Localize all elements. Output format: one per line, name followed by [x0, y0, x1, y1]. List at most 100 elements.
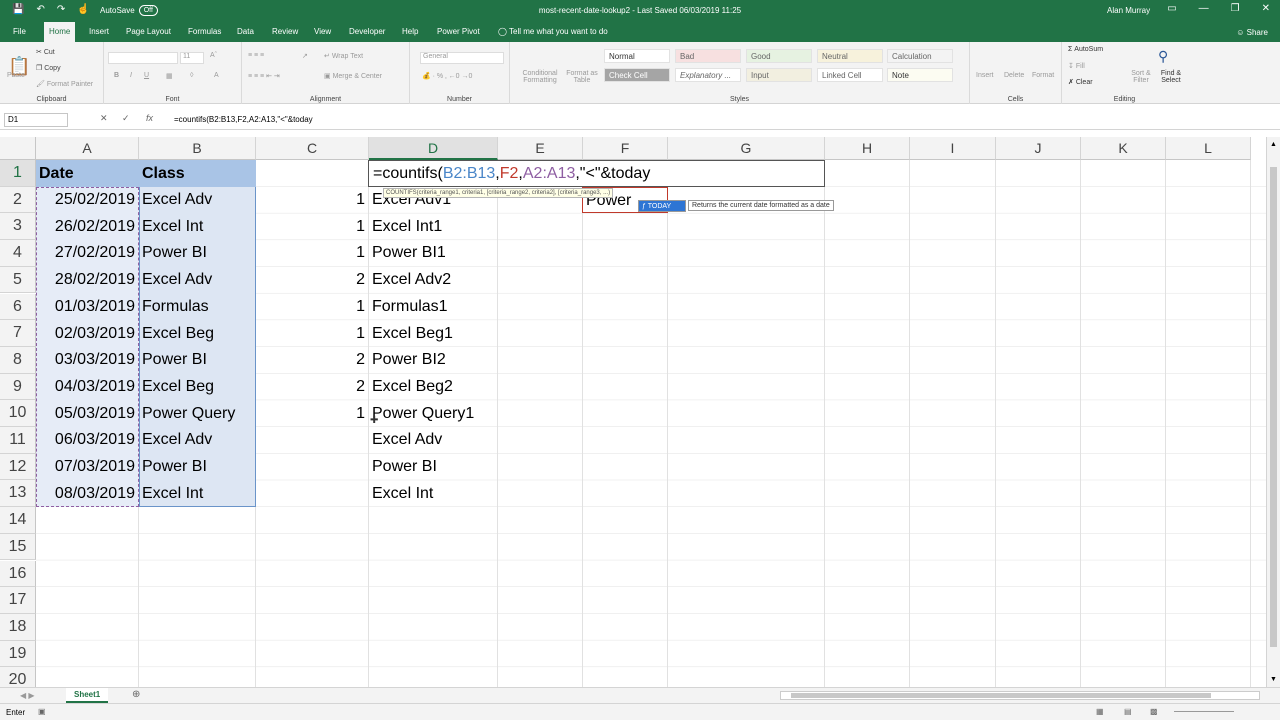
- enter-icon[interactable]: ✓: [122, 113, 130, 124]
- font-name-select[interactable]: [108, 52, 178, 64]
- format-painter-button[interactable]: 🖌 Format Painter: [36, 80, 93, 88]
- row-header-10[interactable]: 10: [0, 400, 36, 427]
- style-good[interactable]: Good: [746, 49, 812, 63]
- cell-date[interactable]: 08/03/2019: [40, 481, 135, 507]
- cell-key[interactable]: Power Query1: [372, 401, 474, 427]
- scroll-thumb[interactable]: [1270, 167, 1277, 647]
- cell-count[interactable]: 1: [259, 401, 365, 427]
- cell-key[interactable]: Excel Int: [372, 481, 433, 507]
- header-date[interactable]: Date: [39, 161, 74, 187]
- formula-input[interactable]: =countifs(B2:B13,F2,A2:A13,"<"&today: [174, 115, 313, 124]
- row-header-17[interactable]: 17: [0, 587, 36, 614]
- view-normal-icon[interactable]: ▦: [1096, 707, 1104, 716]
- cell-key[interactable]: Formulas1: [372, 294, 448, 320]
- clear-button[interactable]: ✗ Clear: [1068, 78, 1093, 86]
- view-page-break-icon[interactable]: ▩: [1150, 707, 1158, 716]
- cell-class[interactable]: Power BI: [142, 347, 207, 373]
- tab-power-pivot[interactable]: Power Pivot: [432, 22, 485, 42]
- ribbon-display-icon[interactable]: ▭: [1167, 3, 1176, 14]
- column-header-h[interactable]: H: [825, 137, 910, 160]
- tell-me-search[interactable]: ◯ Tell me what you want to do: [493, 22, 613, 42]
- row-header-14[interactable]: 14: [0, 507, 36, 534]
- style-note[interactable]: Note: [887, 68, 953, 82]
- row-header-19[interactable]: 19: [0, 640, 36, 668]
- cell-class[interactable]: Excel Int: [142, 481, 203, 507]
- cell-class[interactable]: Excel Adv: [142, 187, 212, 213]
- tab-insert[interactable]: Insert: [84, 22, 114, 42]
- underline-icon[interactable]: U: [144, 72, 149, 79]
- cell-class[interactable]: Excel Beg: [142, 374, 214, 400]
- sheet-nav-icon[interactable]: ◀ ▶: [20, 691, 35, 700]
- cell-date[interactable]: 27/02/2019: [40, 240, 135, 266]
- italic-icon[interactable]: I: [130, 72, 132, 79]
- macro-record-icon[interactable]: ▣: [38, 707, 46, 716]
- cell-count[interactable]: 2: [259, 374, 365, 400]
- grow-font-icon[interactable]: Aˆ: [210, 52, 217, 59]
- column-header-d[interactable]: D: [369, 137, 498, 160]
- tab-help[interactable]: Help: [397, 22, 423, 42]
- sheet-tab-sheet1[interactable]: Sheet1: [66, 688, 109, 703]
- style-explanatory[interactable]: Explanatory ...: [675, 68, 741, 82]
- autosum-button[interactable]: Σ AutoSum: [1068, 46, 1103, 53]
- cell-class[interactable]: Excel Adv: [142, 267, 212, 293]
- align-left-icon[interactable]: ≡ ≡ ≡ ⇤ ⇥: [248, 72, 280, 80]
- currency-icon[interactable]: 💰 · % ‚ ←0 →0: [422, 72, 472, 80]
- row-header-11[interactable]: 11: [0, 427, 36, 454]
- row-header-13[interactable]: 13: [0, 480, 36, 508]
- row-header-4[interactable]: 4: [0, 240, 36, 267]
- cell-key[interactable]: Power BI: [372, 454, 437, 480]
- tab-home[interactable]: Home: [44, 22, 76, 42]
- cell-count[interactable]: 1: [259, 294, 365, 320]
- row-header-7[interactable]: 7: [0, 320, 36, 347]
- cell-count[interactable]: [259, 427, 365, 453]
- insert-cells-button[interactable]: Insert: [976, 72, 994, 79]
- cell-count[interactable]: 1: [259, 214, 365, 240]
- cell-date[interactable]: 26/02/2019: [40, 214, 135, 240]
- tab-page-layout[interactable]: Page Layout: [121, 22, 176, 42]
- style-neutral[interactable]: Neutral: [817, 49, 883, 63]
- share-button[interactable]: ☺ Share: [1236, 28, 1268, 37]
- h-scroll-thumb[interactable]: [791, 693, 1211, 698]
- column-header-e[interactable]: E: [498, 137, 583, 160]
- format-as-table-button[interactable]: Format as Table: [564, 70, 600, 84]
- row-header-3[interactable]: 3: [0, 213, 36, 241]
- row-header-9[interactable]: 9: [0, 373, 36, 401]
- column-header-j[interactable]: J: [996, 137, 1081, 160]
- cell-date[interactable]: 05/03/2019: [40, 401, 135, 427]
- wrap-text-button[interactable]: ↵ Wrap Text: [324, 52, 363, 60]
- row-header-6[interactable]: 6: [0, 293, 36, 321]
- borders-icon[interactable]: ▦: [166, 72, 173, 80]
- horizontal-scrollbar[interactable]: [780, 691, 1260, 700]
- sort-filter-button[interactable]: Sort & Filter: [1126, 70, 1156, 84]
- cell-class[interactable]: Power BI: [142, 454, 207, 480]
- row-header-5[interactable]: 5: [0, 266, 36, 294]
- view-page-layout-icon[interactable]: ▤: [1124, 707, 1132, 716]
- cell-date[interactable]: 07/03/2019: [40, 454, 135, 480]
- tab-view[interactable]: View: [309, 22, 336, 42]
- zoom-slider[interactable]: [1174, 711, 1234, 712]
- cell-key[interactable]: Excel Int1: [372, 214, 442, 240]
- cell-date[interactable]: 25/02/2019: [40, 187, 135, 213]
- tab-file[interactable]: File: [8, 22, 31, 42]
- add-sheet-icon[interactable]: ⊕: [132, 689, 140, 700]
- tab-formulas[interactable]: Formulas: [183, 22, 226, 42]
- row-header-12[interactable]: 12: [0, 453, 36, 481]
- cell-count[interactable]: 1: [259, 187, 365, 213]
- style-input[interactable]: Input: [746, 68, 812, 82]
- scroll-down-icon[interactable]: ▼: [1270, 676, 1277, 683]
- font-size-select[interactable]: 11: [180, 52, 204, 64]
- user-name[interactable]: Alan Murray: [1107, 6, 1150, 15]
- cell-date[interactable]: 03/03/2019: [40, 347, 135, 373]
- cell-key[interactable]: Excel Adv: [372, 427, 442, 453]
- row-header-16[interactable]: 16: [0, 560, 36, 588]
- font-color-icon[interactable]: A: [214, 72, 219, 79]
- cell-date[interactable]: 28/02/2019: [40, 267, 135, 293]
- style-bad[interactable]: Bad: [675, 49, 741, 63]
- tab-developer[interactable]: Developer: [344, 22, 390, 42]
- cell-date[interactable]: 01/03/2019: [40, 294, 135, 320]
- tab-review[interactable]: Review: [267, 22, 303, 42]
- copy-button[interactable]: ❐ Copy: [36, 64, 61, 72]
- row-header-18[interactable]: 18: [0, 613, 36, 641]
- column-header-c[interactable]: C: [256, 137, 369, 160]
- merge-center-button[interactable]: ▣ Merge & Center: [324, 72, 382, 80]
